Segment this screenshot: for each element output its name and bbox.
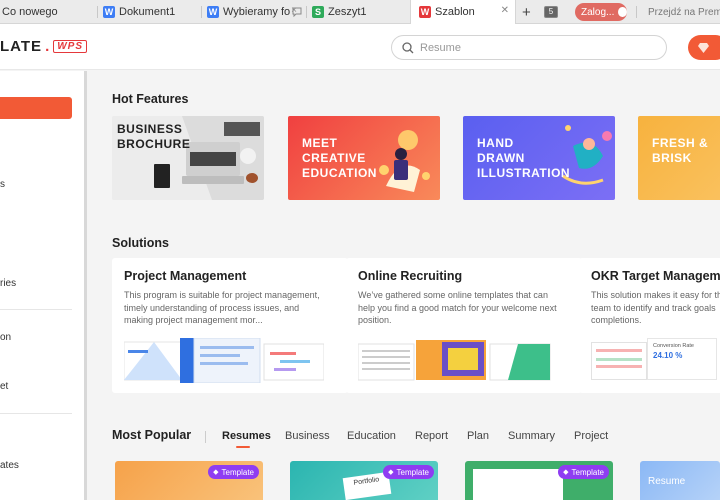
template-card[interactable]: ◆ Template [115,461,263,500]
hot-feature-hand-drawn-illustration[interactable]: HAND DRAWN ILLUSTRATION [463,116,615,200]
login-button[interactable]: Zalog... [575,3,627,21]
login-label: Zalog... [581,6,615,18]
hot-feature-business-brochure[interactable]: BUSINESS BROCHURE [112,116,264,200]
logo: LATE. WPS [0,38,88,55]
template-card[interactable]: Portfolio ◆ Template [290,461,438,500]
tab-project[interactable]: Project [574,430,608,442]
search-icon [402,41,414,53]
close-icon[interactable]: × [291,5,297,16]
tab-education[interactable]: Education [347,430,396,442]
tab-count-badge[interactable]: 5 [544,6,558,18]
conversion-rate-value: 24.10 % [653,351,683,360]
solution-title: OKR Target Manageme [591,269,720,283]
feature-label: FRESH & BRISK [652,136,709,165]
tab-report[interactable]: Report [415,430,448,442]
sidebar-item[interactable]: ries [0,278,16,289]
upgrade-button[interactable] [688,35,720,60]
feature-label: MEET CREATIVE EDUCATION [302,136,377,180]
solutions-title: Solutions [112,236,169,250]
tab-plan[interactable]: Plan [467,430,489,442]
logo-text: LATE [0,38,43,55]
writer-icon: W [103,6,115,18]
diamond-icon: ◆ [563,469,569,476]
sidebar-item[interactable]: et [0,381,8,392]
tab-bar: Co nowego W Dokument1 W Wybieramy fo × S… [0,0,720,24]
premium-label: Przejdź na Premi [648,6,720,18]
template-badge: ◆ Template [558,465,609,479]
solution-card-online-recruiting[interactable]: Online Recruiting We’ve gathered some on… [346,258,582,393]
feature-label: BUSINESS BROCHURE [117,122,191,151]
hot-features-title: Hot Features [112,92,189,106]
template-icon: W [419,6,431,18]
avatar [618,7,627,17]
premium-link[interactable]: Przejdź na Premi [645,0,720,24]
sidebar: s ries on et ates [0,71,86,500]
active-tab-indicator [236,446,250,448]
diamond-icon: ◆ [388,469,394,476]
search-input[interactable] [420,41,640,54]
solution-preview-thumbnails [358,340,551,381]
tab-label: Co nowego [2,6,58,18]
new-tab-button[interactable]: + [522,0,538,24]
tab-separator [201,6,202,18]
template-card[interactable]: Resume [640,461,720,500]
solution-description: This program is suitable for project man… [124,290,320,325]
diamond-icon [698,42,709,53]
tab-resumes[interactable]: Resumes [222,430,271,442]
feature-label: HAND DRAWN ILLUSTRATION [477,136,571,180]
tab-business[interactable]: Business [285,430,330,442]
sidebar-divider [0,309,72,310]
most-popular-title: Most Popular [112,428,192,442]
okr-thumb-table [591,342,647,380]
tab-separator [306,6,307,18]
tab-separator [636,6,637,18]
hot-feature-fresh-brisk[interactable]: FRESH & BRISK [638,116,720,200]
sidebar-divider [0,413,72,414]
divider [205,431,206,443]
solution-preview-thumbnails [124,338,324,383]
tab-zeszyt1[interactable]: S Zeszyt1 [312,0,408,24]
template-card[interactable]: ◆ Template [465,461,613,500]
spreadsheet-icon: S [312,6,324,18]
scrollbar[interactable] [84,71,87,500]
tab-label: Szablon [435,6,475,18]
resume-thumb [473,469,563,500]
solution-card-okr[interactable]: OKR Target Manageme This solution makes … [579,258,720,393]
tab-dokument1[interactable]: W Dokument1 [103,0,198,24]
tab-label: Dokument1 [119,6,176,18]
sidebar-item[interactable]: s [0,179,5,190]
header: LATE. WPS [0,24,720,70]
solution-description: This solution makes it easy for th team … [591,290,720,325]
conversion-rate-label: Conversion Rate [653,343,694,349]
conversion-rate-card: Conversion Rate 24.10 % [647,338,717,380]
plus-icon: + [522,3,531,21]
tab-summary[interactable]: Summary [508,430,555,442]
solution-description: We’ve gathered some online templates tha… [358,290,557,325]
solution-title: Online Recruiting [358,269,463,283]
tab-separator [97,6,98,18]
template-badge: ◆ Template [208,465,259,479]
template-badge: ◆ Template [383,465,434,479]
wps-template-window: Co nowego W Dokument1 W Wybieramy fo × S… [0,0,720,500]
close-icon[interactable]: ✕ [501,5,509,16]
solution-card-project-management[interactable]: Project Management This program is suita… [112,258,348,393]
tab-szablon[interactable]: W Szablon ✕ [410,0,516,24]
sidebar-item-active[interactable] [0,97,72,119]
tab-label: Zeszyt1 [328,6,367,18]
hot-feature-creative-education[interactable]: MEET CREATIVE EDUCATION [288,116,440,200]
diamond-icon: ◆ [213,469,219,476]
search-box[interactable] [391,35,667,60]
writer-icon: W [207,6,219,18]
tab-whats-new[interactable]: Co nowego [0,0,96,24]
wps-logo: WPS [53,40,88,53]
solution-title: Project Management [124,269,247,283]
tab-label: Wybieramy fo [223,6,291,18]
sidebar-item[interactable]: ates [0,460,19,471]
sidebar-item[interactable]: on [0,332,11,343]
tab-wybieramy[interactable]: W Wybieramy fo × [207,0,303,24]
resume-card-title: Resume [648,476,686,487]
